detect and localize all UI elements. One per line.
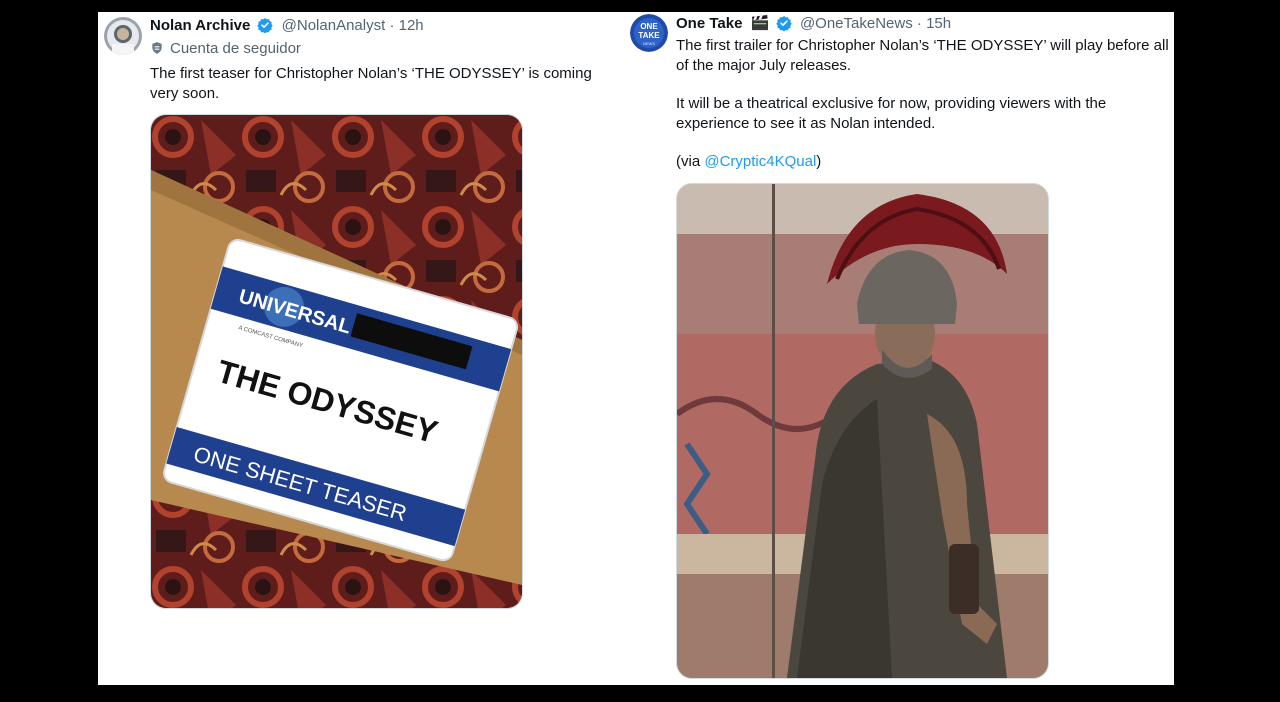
follower-account-label: Cuenta de seguidor: [150, 39, 301, 59]
tweet-via-line: (via @Cryptic4KQual): [676, 152, 1171, 172]
tweet-photo-box-label[interactable]: UNIVERSAL A COMCAST COMPANY THE ODYSSEY …: [150, 114, 523, 609]
via-suffix: ): [816, 153, 822, 170]
tweet-paragraph-1: The first trailer for Christopher Nolan’…: [676, 37, 1169, 74]
separator-dot: ·: [389, 17, 395, 34]
separator-dot: ·: [916, 15, 922, 32]
timestamp[interactable]: 15h: [926, 15, 951, 32]
tweet-paragraph-2: It will be a theatrical exclusive for no…: [676, 95, 1107, 132]
tweet-header: Nolan Archive @NolanAnalyst · 12h: [150, 16, 424, 36]
display-name[interactable]: One Take: [676, 15, 742, 32]
shield-icon: [152, 42, 162, 54]
avatar-text-one: ONE: [640, 22, 658, 31]
screenshot-canvas: Nolan Archive @NolanAnalyst · 12h Cuenta…: [98, 12, 1174, 685]
clapperboard-icon: [751, 15, 768, 31]
tweet-photo-warrior[interactable]: [676, 183, 1049, 679]
handle[interactable]: @OneTakeNews: [800, 15, 913, 32]
avatar-text-take: TAKE: [638, 31, 660, 40]
mention-link[interactable]: @Cryptic4KQual: [704, 153, 816, 170]
handle[interactable]: @NolanAnalyst: [282, 17, 386, 34]
avatar[interactable]: ONE TAKE NEWS: [630, 14, 668, 52]
follower-account-text: Cuenta de seguidor: [170, 40, 301, 57]
display-name[interactable]: Nolan Archive: [150, 17, 250, 34]
verified-badge-icon: [776, 16, 792, 31]
timestamp[interactable]: 12h: [399, 17, 424, 34]
verified-badge-icon: [257, 18, 274, 33]
via-prefix: (via: [676, 153, 705, 170]
tweet-header: One Take @OneTakeNews · 15h: [676, 14, 951, 34]
avatar-text-news: NEWS: [643, 41, 655, 46]
tweet-text: The first teaser for Christopher Nolan’s…: [150, 65, 592, 102]
avatar[interactable]: [104, 17, 142, 55]
